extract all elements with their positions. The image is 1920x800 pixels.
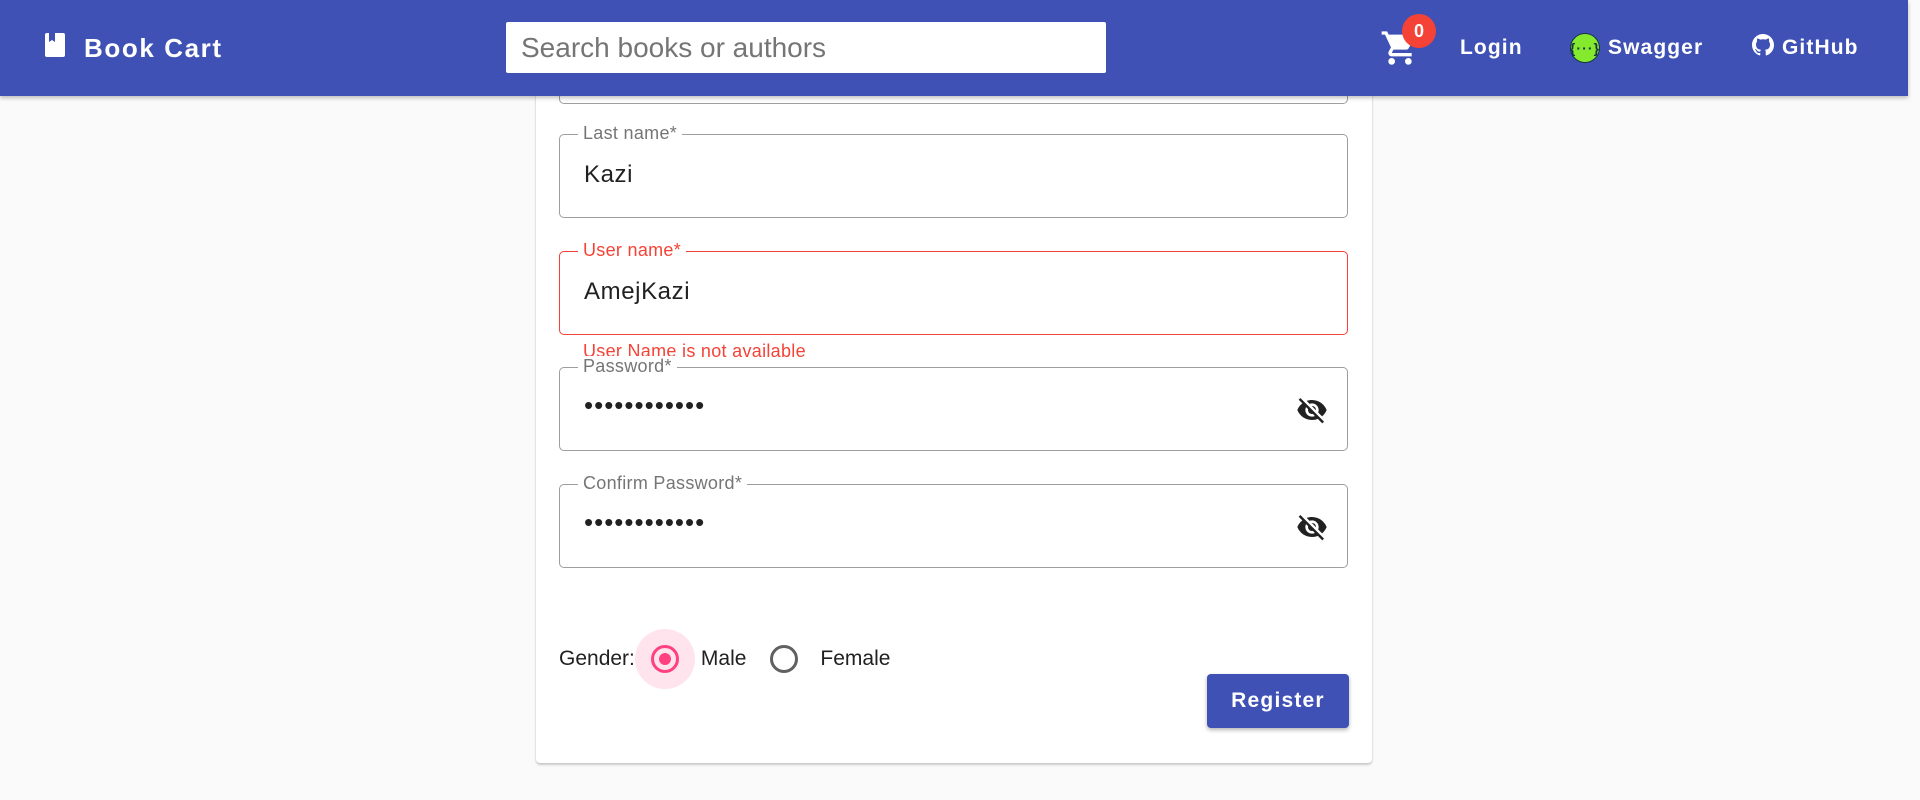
brand[interactable]: Book Cart bbox=[44, 0, 223, 96]
last-name-label: Last name* bbox=[578, 123, 683, 144]
gender-female-label[interactable]: Female bbox=[820, 647, 890, 671]
github-label: GitHub bbox=[1782, 36, 1859, 59]
visibility-off-icon[interactable] bbox=[1295, 511, 1329, 543]
password-field[interactable]: Password* •••••••••••• bbox=[559, 356, 1348, 451]
password-value: •••••••••••• bbox=[584, 390, 706, 420]
cart-icon bbox=[1380, 31, 1420, 72]
password-label: Password* bbox=[578, 356, 677, 377]
login-label: Login bbox=[1460, 36, 1523, 59]
gender-male-radio[interactable] bbox=[634, 629, 695, 689]
last-name-field[interactable]: Last name* Kazi bbox=[559, 123, 1348, 218]
brand-title: Book Cart bbox=[84, 32, 223, 63]
registration-card: Last name* Kazi User name* AmejKazi User… bbox=[536, 20, 1372, 763]
visibility-off-icon[interactable] bbox=[1295, 394, 1329, 426]
radio-checked-icon bbox=[650, 645, 679, 673]
confirm-password-label: Confirm Password* bbox=[578, 473, 748, 494]
gender-label: Gender: bbox=[559, 647, 635, 670]
swagger-link[interactable]: {···} Swagger bbox=[1570, 0, 1703, 96]
user-name-value: AmejKazi bbox=[584, 278, 691, 305]
gender-male-label[interactable]: Male bbox=[701, 647, 747, 671]
book-icon bbox=[44, 32, 66, 65]
user-name-field[interactable]: User name* AmejKazi bbox=[559, 240, 1348, 335]
radio-unchecked-icon bbox=[770, 645, 799, 673]
gender-radio-group: Gender: Male Female bbox=[559, 629, 890, 689]
confirm-password-field[interactable]: Confirm Password* •••••••••••• bbox=[559, 473, 1348, 568]
register-button[interactable]: Register bbox=[1207, 674, 1349, 728]
swagger-label: Swagger bbox=[1608, 36, 1704, 59]
top-toolbar: Book Cart 0 Login {···} Swagger GitHub bbox=[0, 0, 1908, 96]
swagger-icon: {···} bbox=[1570, 33, 1600, 63]
cart-count-badge: 0 bbox=[1402, 14, 1436, 48]
gender-female-radio[interactable] bbox=[754, 629, 814, 689]
user-name-label: User name* bbox=[578, 240, 687, 261]
search-input[interactable] bbox=[506, 22, 1106, 73]
github-icon bbox=[1752, 34, 1774, 62]
last-name-value: Kazi bbox=[584, 161, 634, 188]
confirm-password-value: •••••••••••• bbox=[584, 507, 706, 537]
github-link[interactable]: GitHub bbox=[1752, 0, 1859, 96]
login-link[interactable]: Login bbox=[1460, 0, 1523, 96]
